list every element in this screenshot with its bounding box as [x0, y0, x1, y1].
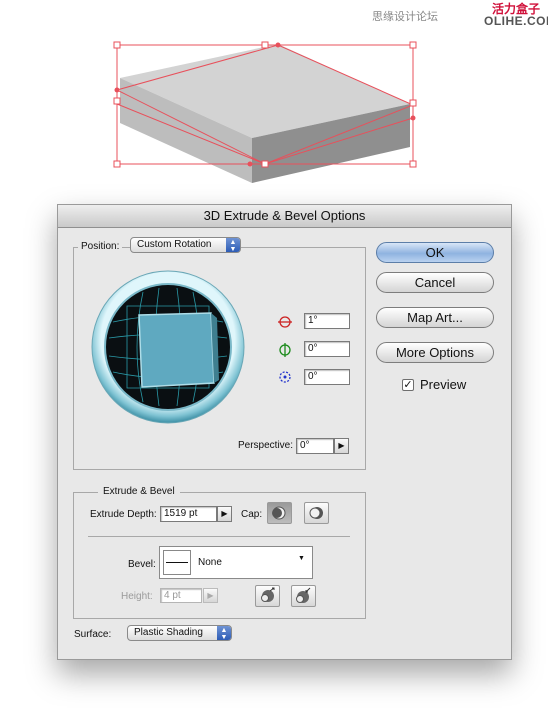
map-art-button[interactable]: Map Art...: [376, 307, 494, 328]
height-label: Height:: [121, 591, 153, 602]
bevel-label: Bevel:: [128, 559, 156, 570]
watermark-domain: OLIHE.COM: [484, 14, 548, 28]
dialog-title[interactable]: 3D Extrude & Bevel Options: [58, 205, 511, 228]
group-divider: [88, 536, 350, 537]
cap-off-button[interactable]: [304, 502, 329, 524]
ok-button[interactable]: OK: [376, 242, 494, 263]
bevel-extent-in-icon: [296, 587, 311, 603]
3d-slab-artwork[interactable]: [110, 38, 420, 188]
position-select[interactable]: Custom Rotation ▲ ▼: [130, 237, 241, 253]
rotate-x-icon: [278, 316, 292, 328]
z-rotation-field[interactable]: 0°: [304, 369, 350, 385]
surface-select-value: Plastic Shading: [134, 627, 203, 638]
extrude-depth-slider-button[interactable]: ▶: [217, 506, 232, 522]
x-rotation-field[interactable]: 1°: [304, 313, 350, 329]
perspective-label: Perspective:: [238, 440, 294, 451]
cancel-button[interactable]: Cancel: [376, 272, 494, 293]
position-label: Position:: [78, 241, 123, 253]
extrude-bevel-dialog: 3D Extrude & Bevel Options Position: Cus…: [57, 204, 512, 660]
bevel-select-value: None: [198, 557, 222, 568]
more-options-button[interactable]: More Options: [376, 342, 494, 363]
track-cube[interactable]: [91, 270, 246, 425]
bevel-select[interactable]: None ▼: [159, 546, 313, 579]
perspective-field[interactable]: 0°: [296, 438, 334, 454]
y-rotation-field[interactable]: 0°: [304, 341, 350, 357]
height-field[interactable]: 4 pt: [160, 588, 202, 603]
rotate-y-icon: [279, 343, 291, 357]
preview-label: Preview: [420, 377, 467, 392]
popup-arrows-icon: ▲ ▼: [217, 626, 231, 641]
bevel-extent-out-icon: [261, 587, 275, 602]
cap-label: Cap:: [241, 509, 263, 520]
dropdown-arrow-icon: ▼: [298, 555, 305, 562]
bevel-extent-in-button[interactable]: [291, 585, 316, 607]
cap-on-button[interactable]: [267, 502, 292, 524]
bevel-swatch: [163, 550, 191, 575]
surface-select[interactable]: Plastic Shading ▲ ▼: [127, 625, 232, 641]
position-select-value: Custom Rotation: [137, 239, 212, 250]
preview-checkbox[interactable]: ✓: [402, 379, 414, 391]
cap-on-icon: [272, 506, 286, 520]
watermark-site-text: 思缘设计论坛: [372, 10, 438, 23]
extrude-depth-field[interactable]: 1519 pt: [160, 506, 217, 522]
rotate-z-icon: [279, 371, 291, 383]
bevel-extent-out-button[interactable]: [255, 585, 280, 607]
extrude-bevel-label: Extrude & Bevel: [98, 486, 180, 498]
perspective-slider-button[interactable]: ▶: [334, 438, 349, 454]
extrude-depth-label: Extrude Depth:: [90, 509, 157, 520]
popup-arrows-icon: ▲ ▼: [226, 238, 240, 253]
cap-off-icon: [309, 507, 323, 519]
surface-label: Surface:: [74, 629, 112, 640]
height-slider-button[interactable]: ▶: [203, 588, 218, 603]
